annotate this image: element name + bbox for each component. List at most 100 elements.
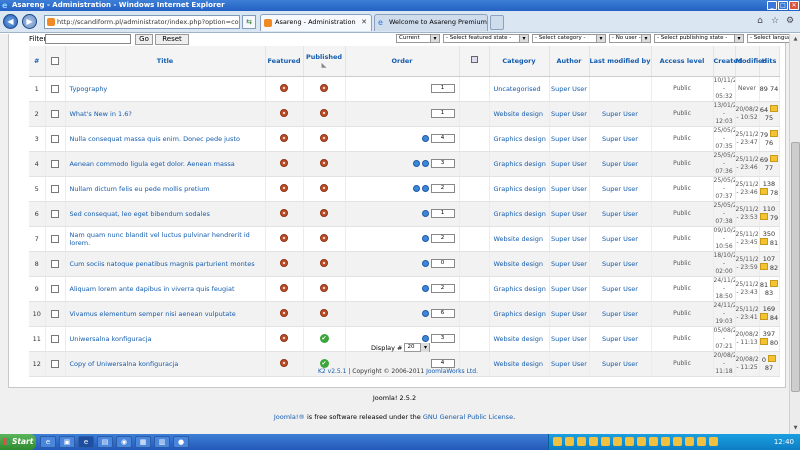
gpl-license-link[interactable]: GNU General Public License xyxy=(423,413,513,421)
tray-icon-2[interactable] xyxy=(565,437,574,446)
new-tab-button[interactable] xyxy=(490,15,504,30)
row-checkbox[interactable] xyxy=(51,234,59,243)
author-link[interactable]: Super User xyxy=(549,126,590,152)
col-created[interactable]: Created xyxy=(713,46,742,77)
order-input[interactable]: 4 xyxy=(430,134,455,143)
modified-by-link[interactable]: Super User xyxy=(589,251,652,277)
unfeatured-icon[interactable] xyxy=(280,158,288,167)
language-select[interactable]: - Select language - xyxy=(747,34,789,43)
featured-state-select[interactable]: - Select featured state - xyxy=(443,34,529,43)
move-up-icon[interactable] xyxy=(412,185,420,192)
scroll-down-icon[interactable]: ▼ xyxy=(791,424,800,433)
image-icon[interactable] xyxy=(759,263,768,270)
order-input[interactable]: 0 xyxy=(430,259,455,268)
move-up-icon[interactable] xyxy=(421,335,429,342)
item-title-link[interactable]: Typography xyxy=(65,76,266,102)
col-category[interactable]: Category xyxy=(489,46,550,77)
current-select[interactable]: Current xyxy=(396,34,440,43)
author-link[interactable]: Super User xyxy=(549,176,590,202)
row-checkbox[interactable] xyxy=(51,184,59,193)
col-modified[interactable]: Modified xyxy=(735,46,767,77)
col-access[interactable]: Access level xyxy=(651,46,714,77)
category-link[interactable]: Graphics design xyxy=(489,301,550,327)
author-link[interactable]: Super User xyxy=(549,226,590,252)
tray-icon-10[interactable] xyxy=(661,437,670,446)
user-select[interactable]: - No user - xyxy=(609,34,651,43)
item-title-link[interactable]: Aliquam lorem ante dapibus in viverra qu… xyxy=(65,276,266,302)
minimize-button[interactable]: _ xyxy=(767,1,777,10)
col-title[interactable]: Title xyxy=(65,46,266,77)
row-checkbox[interactable] xyxy=(51,109,59,118)
order-input[interactable]: 2 xyxy=(430,284,455,293)
go-button[interactable]: Go xyxy=(135,34,153,45)
unpublished-icon[interactable] xyxy=(320,133,328,142)
compatibility-view-icon[interactable]: ⇆ xyxy=(242,15,256,29)
item-title-link[interactable]: Nulla consequat massa quis enim. Donec p… xyxy=(65,126,266,152)
unpublished-icon[interactable] xyxy=(320,158,328,167)
order-input[interactable]: 1 xyxy=(430,209,455,218)
tools-gear-icon[interactable]: ⚙ xyxy=(784,15,796,27)
tray-icon-6[interactable] xyxy=(613,437,622,446)
unpublished-icon[interactable] xyxy=(320,283,328,292)
close-window-button[interactable]: ✕ xyxy=(789,1,799,10)
author-link[interactable]: Super User xyxy=(549,301,590,327)
modified-by-link[interactable]: Super User xyxy=(589,151,652,177)
move-up-icon[interactable] xyxy=(421,260,429,267)
order-input[interactable]: 4 xyxy=(430,359,455,368)
modified-by-link[interactable] xyxy=(589,76,652,102)
image-icon[interactable] xyxy=(770,130,778,137)
ie-taskbar-icon[interactable]: e xyxy=(40,436,56,448)
item-title-link[interactable]: Cum sociis natoque penatibus magnis part… xyxy=(65,251,266,277)
image-icon[interactable] xyxy=(759,188,768,195)
window-taskbar-icon[interactable]: ▤ xyxy=(97,436,113,448)
order-input[interactable]: 1 xyxy=(430,84,455,93)
order-input[interactable]: 1 xyxy=(430,109,455,118)
tray-icon-4[interactable] xyxy=(589,437,598,446)
unpublished-icon[interactable] xyxy=(320,308,328,317)
order-input[interactable]: 2 xyxy=(430,184,455,193)
move-up-icon[interactable] xyxy=(421,210,429,217)
col-featured[interactable]: Featured xyxy=(265,46,304,77)
unfeatured-icon[interactable] xyxy=(280,183,288,192)
modified-by-link[interactable]: Super User xyxy=(589,176,652,202)
category-link[interactable]: Graphics design xyxy=(489,151,550,177)
photo-taskbar-icon[interactable]: ▦ xyxy=(135,436,151,448)
category-link[interactable]: Graphics design xyxy=(489,276,550,302)
move-down-icon[interactable] xyxy=(421,185,429,192)
unpublished-icon[interactable] xyxy=(320,183,328,192)
row-checkbox[interactable] xyxy=(51,134,59,143)
home-icon[interactable]: ⌂ xyxy=(754,15,766,27)
item-title-link[interactable]: Sed consequat, leo eget bibendum sodales xyxy=(65,201,266,227)
unpublished-icon[interactable] xyxy=(320,208,328,217)
display-limit-select[interactable]: 20 xyxy=(404,343,431,352)
unfeatured-icon[interactable] xyxy=(280,308,288,317)
category-select[interactable]: - Select category - xyxy=(532,34,606,43)
author-link[interactable]: Super User xyxy=(549,151,590,177)
scroll-up-icon[interactable]: ▲ xyxy=(791,35,800,44)
image-icon[interactable] xyxy=(759,338,768,345)
chat-taskbar-icon[interactable]: ● xyxy=(173,436,189,448)
page-scrollbar[interactable]: ▲ ▼ xyxy=(789,34,800,434)
category-link[interactable]: Graphics design xyxy=(489,176,550,202)
modified-by-link[interactable]: Super User xyxy=(589,276,652,302)
filter-search-input[interactable] xyxy=(45,34,131,44)
volume-icon[interactable] xyxy=(697,437,706,446)
favorites-star-icon[interactable]: ☆ xyxy=(769,15,781,27)
editor-taskbar-icon[interactable]: ▥ xyxy=(154,436,170,448)
unfeatured-icon[interactable] xyxy=(280,333,288,342)
item-title-link[interactable]: What's New in 1.6? xyxy=(65,101,266,127)
reset-button[interactable]: Reset xyxy=(155,34,189,45)
category-link[interactable]: Graphics design xyxy=(489,201,550,227)
move-up-icon[interactable] xyxy=(421,235,429,242)
row-checkbox[interactable] xyxy=(51,334,59,343)
tab-administration[interactable]: Asareng - Administration ✕ xyxy=(260,14,372,31)
unpublished-icon[interactable] xyxy=(320,108,328,117)
modified-by-link[interactable]: Super User xyxy=(589,101,652,127)
image-icon[interactable] xyxy=(759,313,768,320)
col-published[interactable]: Published ◣ xyxy=(303,46,346,77)
unpublished-icon[interactable] xyxy=(320,258,328,267)
back-button[interactable]: ◀ xyxy=(3,14,18,29)
item-title-link[interactable]: Vivamus elementum semper nisi aenean vul… xyxy=(65,301,266,327)
joomla-link[interactable]: Joomla!® xyxy=(274,413,305,421)
category-link[interactable]: Website design xyxy=(489,226,550,252)
